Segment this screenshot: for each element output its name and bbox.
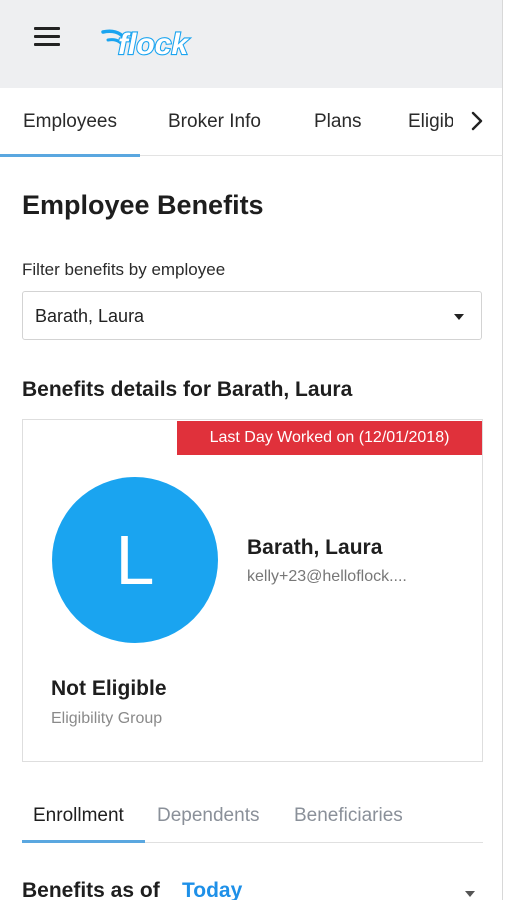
filter-label: Filter benefits by employee	[22, 260, 226, 279]
employee-name: Barath, Laura	[247, 536, 383, 559]
employee-filter-select[interactable]: Barath, Laura	[22, 291, 482, 340]
caret-down-icon	[454, 314, 464, 320]
caret-down-icon[interactable]	[465, 891, 475, 897]
page-title: Employee Benefits	[22, 190, 264, 220]
main-content: Employee Benefits Filter benefits by emp…	[0, 156, 503, 900]
subtab-enrollment[interactable]: Enrollment	[33, 805, 124, 827]
tab-plans[interactable]: Plans	[314, 88, 362, 156]
benefits-as-of-row: Benefits as of Today	[22, 874, 483, 900]
eligibility-status: Not Eligible	[51, 677, 167, 700]
benefits-as-of-label: Benefits as of	[22, 879, 160, 900]
details-heading: Benefits details for Barath, Laura	[22, 378, 353, 401]
subtab-dependents[interactable]: Dependents	[157, 805, 259, 827]
avatar: L	[52, 477, 218, 643]
app-header: flock	[0, 0, 503, 88]
employee-card: Last Day Worked on (12/01/2018) L Barath…	[22, 419, 483, 762]
flock-logo[interactable]: flock	[100, 18, 200, 68]
active-subtab-indicator	[22, 840, 145, 843]
last-day-badge: Last Day Worked on (12/01/2018)	[177, 421, 482, 455]
eligibility-group-label: Eligibility Group	[51, 710, 163, 727]
chevron-right-icon[interactable]	[466, 109, 488, 133]
tab-employees[interactable]: Employees	[0, 88, 140, 157]
benefit-subtabs: Enrollment Dependents Beneficiaries	[22, 789, 483, 843]
employee-email: kelly+23@helloflock....	[247, 568, 407, 585]
subtab-beneficiaries[interactable]: Beneficiaries	[294, 805, 403, 827]
hamburger-menu-icon[interactable]	[34, 27, 62, 47]
tab-eligibility[interactable]: Eligibility	[408, 88, 453, 156]
main-tabs: Employees Broker Info Plans Eligibility	[0, 88, 503, 157]
employee-filter-value: Barath, Laura	[35, 306, 145, 326]
logo-text: flock	[118, 28, 189, 61]
tab-eligibility-clip: Eligibility	[407, 88, 453, 156]
benefits-date-select[interactable]: Today	[182, 879, 242, 900]
tab-broker-info[interactable]: Broker Info	[168, 88, 261, 156]
